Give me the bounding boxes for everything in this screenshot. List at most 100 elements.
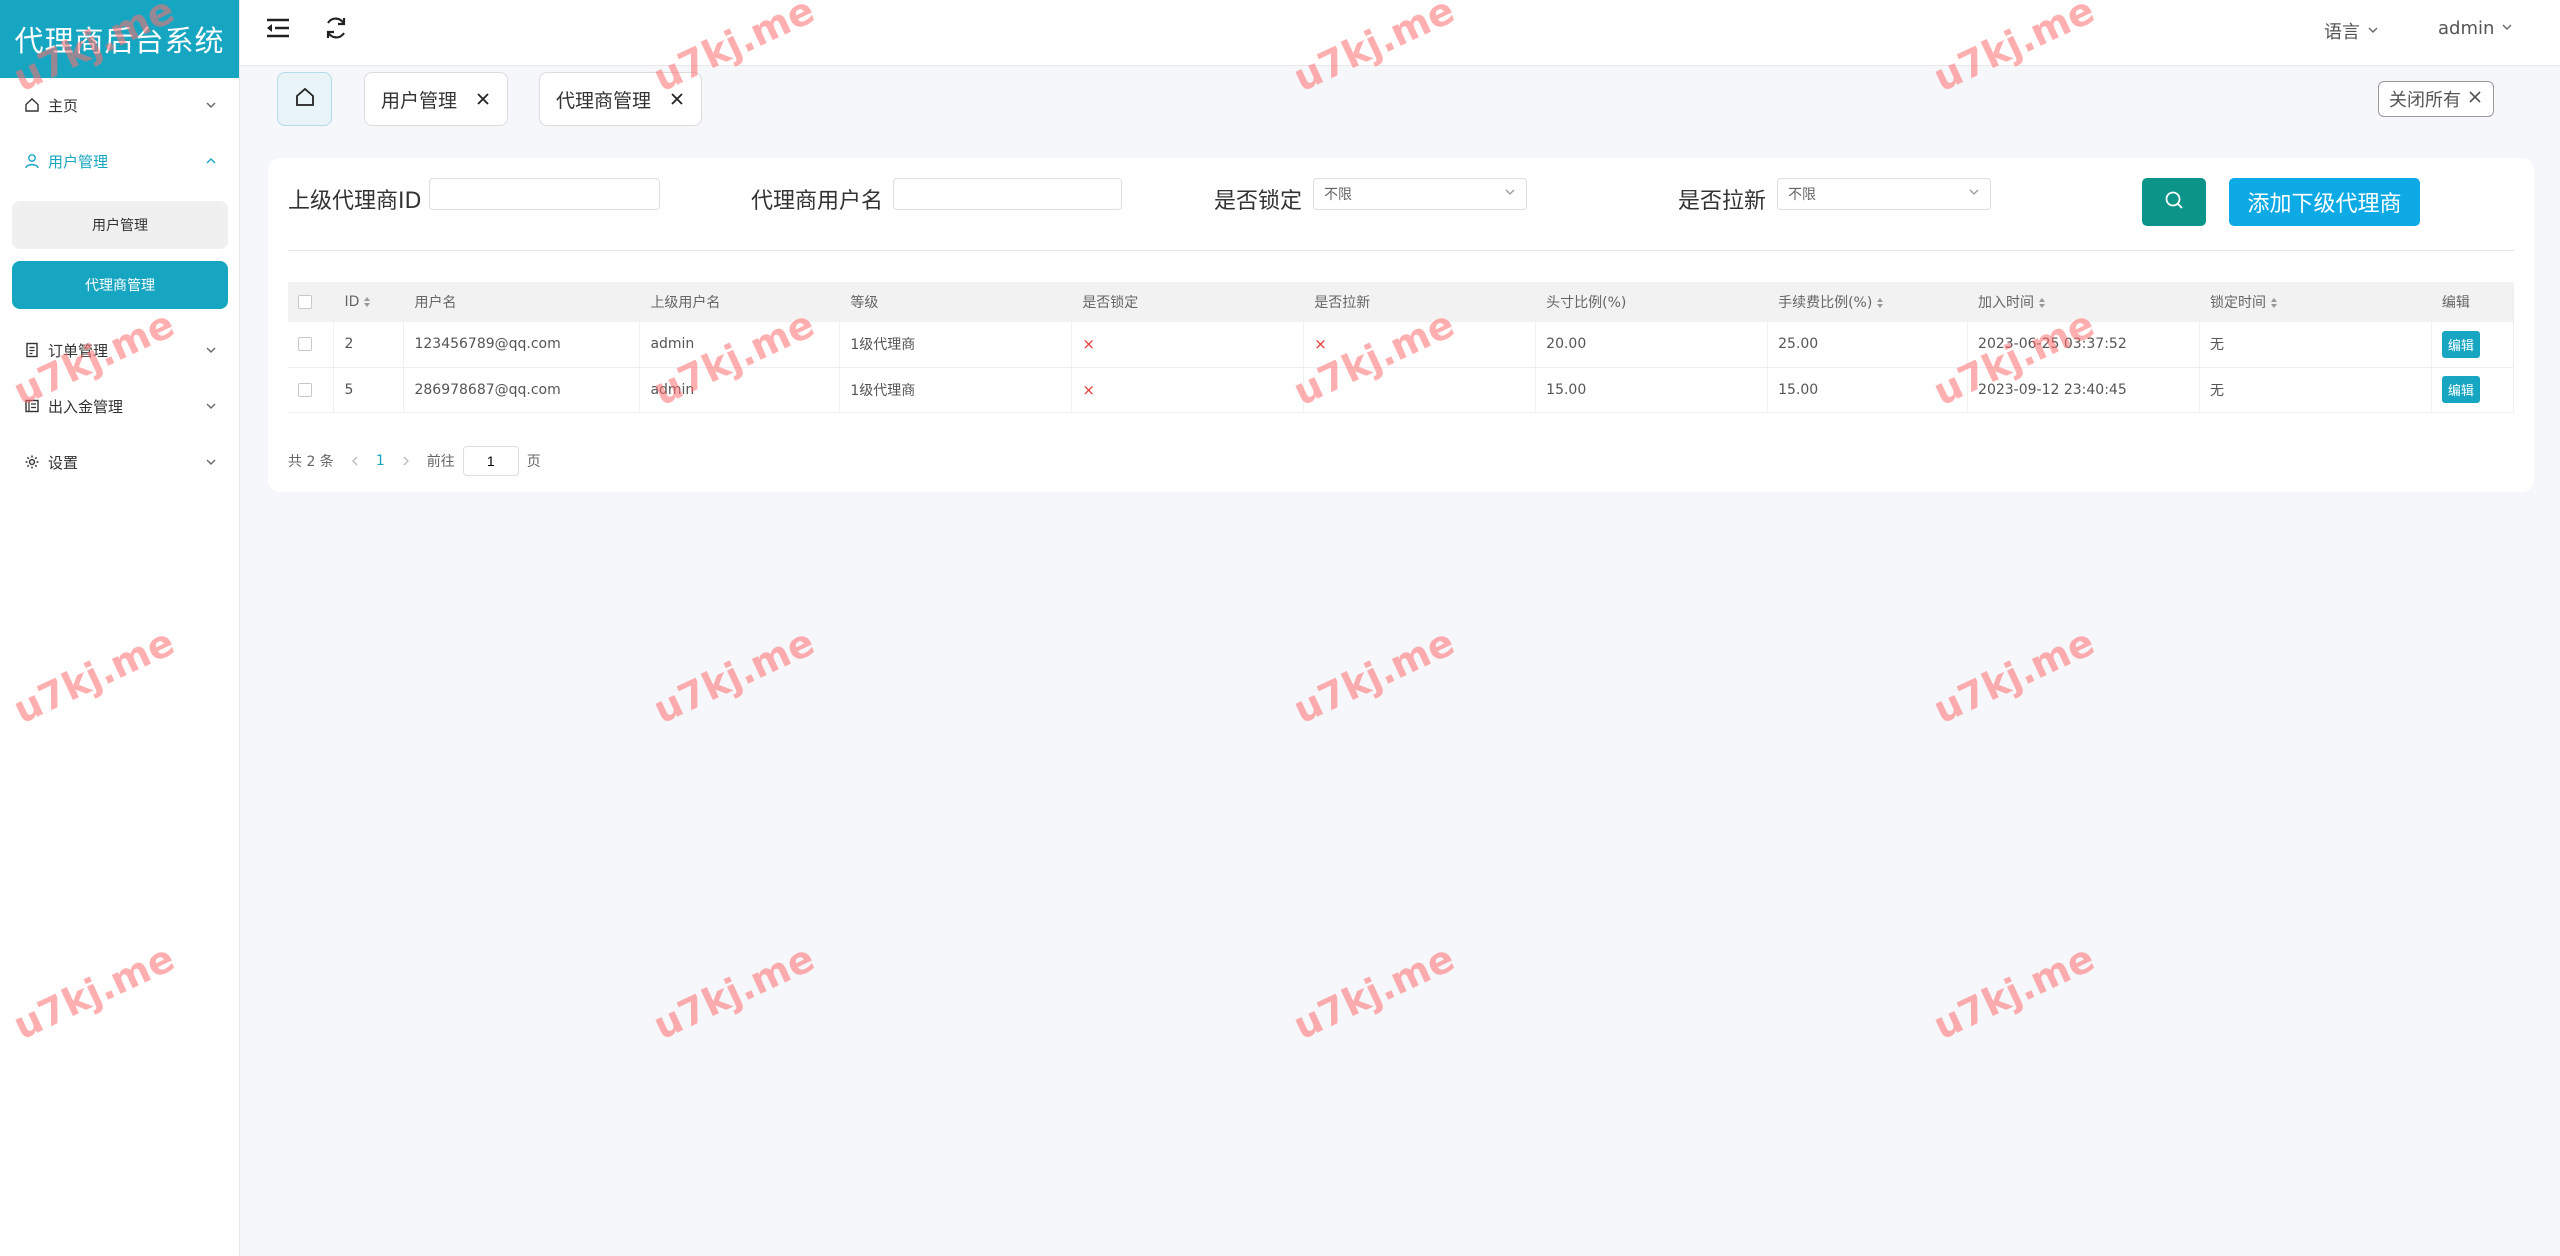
cell-parent-username: admin: [639, 322, 841, 368]
cell-pull-new: [1303, 367, 1537, 413]
next-page-button[interactable]: [399, 454, 413, 468]
sidebar-item-settings[interactable]: 设置: [0, 442, 240, 482]
cell-fee-ratio: 25.00: [1767, 322, 1969, 368]
sidebar-item-label: 出入金管理: [48, 397, 124, 416]
chevron-down-icon: [204, 399, 218, 413]
sidebar-item-order-management[interactable]: 订单管理: [0, 330, 240, 370]
row-select-cell: [288, 367, 335, 413]
page-number[interactable]: 1: [376, 453, 385, 469]
add-sub-agent-button[interactable]: 添加下级代理商: [2229, 178, 2420, 226]
cell-username: 286978687@qq.com: [403, 367, 641, 413]
column-header-lock-time[interactable]: 锁定时间: [2199, 282, 2432, 322]
cell-locked: ×: [1071, 322, 1305, 368]
parent-id-input[interactable]: [429, 178, 660, 210]
agent-list-card: 上级代理商ID 代理商用户名 是否锁定 不限 是否拉新 不限 添加下级代理商 I…: [268, 158, 2534, 492]
watermark: u7kj.me: [1286, 935, 1461, 1049]
cell-username: 123456789@qq.com: [403, 322, 641, 368]
sort-icon: [2270, 297, 2278, 309]
cross-icon: ×: [1082, 380, 1095, 399]
chevron-down-icon: [1968, 186, 1980, 202]
refresh-button[interactable]: [320, 14, 352, 46]
cell-id: 5: [333, 367, 405, 413]
sort-icon: [1876, 297, 1884, 309]
select-all-checkbox[interactable]: [298, 295, 312, 309]
column-header-join-time[interactable]: 加入时间: [1967, 282, 2200, 322]
cell-id: 2: [333, 322, 405, 368]
column-header-id[interactable]: ID: [333, 282, 405, 322]
cell-pull-new: ×: [1303, 322, 1537, 368]
chevron-down-icon: [204, 343, 218, 357]
edit-button[interactable]: 编辑: [2441, 376, 2480, 403]
sidebar-item-label: 设置: [48, 453, 79, 472]
user-dropdown[interactable]: admin: [2438, 18, 2514, 39]
cross-icon: ×: [1314, 335, 1327, 354]
home-icon: [24, 97, 40, 113]
chevron-down-icon: [1504, 186, 1516, 202]
sidebar: 代理商后台系统 主页 用户管理 用户管理 代理商管理 订单管理 出入金管理 设置: [0, 0, 240, 1256]
close-icon: [2467, 89, 2483, 110]
row-checkbox[interactable]: [298, 337, 312, 352]
cell-lock-time: 无: [2199, 367, 2432, 413]
column-header-position-ratio: 头寸比例(%): [1535, 282, 1769, 322]
user-icon: [24, 153, 40, 169]
goto-page-input[interactable]: [462, 446, 519, 476]
pull-new-select[interactable]: 不限: [1777, 178, 1991, 210]
agent-table: ID 用户名 上级用户名 等级 是否锁定 是否拉新 头寸比例(%) 手续费比例(…: [288, 282, 2515, 413]
close-icon[interactable]: [669, 91, 685, 107]
cell-parent-username: admin: [639, 367, 841, 413]
total-count: 共 2 条: [288, 454, 334, 470]
tab-home[interactable]: [277, 72, 332, 126]
select-all-cell: [288, 282, 335, 322]
agent-username-input[interactable]: [893, 178, 1122, 210]
edit-button[interactable]: 编辑: [2441, 330, 2480, 358]
collapse-menu-button[interactable]: [262, 14, 294, 46]
sidebar-item-label: 用户管理: [48, 152, 109, 171]
cell-lock-time: 无: [2199, 322, 2432, 368]
sidebar-item-home[interactable]: 主页: [0, 85, 240, 125]
menu-fold-icon: [265, 17, 291, 43]
cell-position-ratio: 15.00: [1535, 367, 1769, 413]
column-header-edit: 编辑: [2431, 282, 2515, 322]
tab-agent-management[interactable]: 代理商管理: [539, 72, 703, 126]
gear-icon: [24, 454, 40, 470]
locked-select-value: 不限: [1324, 187, 1352, 203]
watermark: u7kj.me: [1286, 619, 1461, 733]
tab-label: 用户管理: [381, 89, 458, 112]
close-all-label: 关闭所有: [2389, 90, 2461, 111]
prev-page-button[interactable]: [348, 454, 362, 468]
home-icon: [294, 86, 316, 112]
locked-label: 是否锁定: [1214, 189, 1303, 214]
search-button[interactable]: [2142, 178, 2206, 226]
column-header-parent-username: 上级用户名: [639, 282, 841, 322]
locked-select[interactable]: 不限: [1313, 178, 1527, 210]
username-label: admin: [2438, 18, 2495, 39]
document-icon: [24, 342, 40, 358]
cell-edit: 编辑: [2431, 322, 2515, 368]
sidebar-item-user-management[interactable]: 用户管理: [0, 141, 240, 181]
column-header-username: 用户名: [403, 282, 641, 322]
sidebar-subitem-user-management[interactable]: 用户管理: [12, 201, 228, 249]
watermark: u7kj.me: [1926, 935, 2101, 1049]
column-header-fee-ratio[interactable]: 手续费比例(%): [1767, 282, 1969, 322]
watermark: u7kj.me: [646, 619, 821, 733]
pagination: 共 2 条 1 前往 页: [288, 446, 541, 476]
sidebar-item-label: 主页: [48, 96, 79, 115]
tab-user-management[interactable]: 用户管理: [364, 72, 509, 126]
cell-position-ratio: 20.00: [1535, 322, 1769, 368]
cell-join-time: 2023-09-12 23:40:45: [1967, 367, 2200, 413]
column-header-pull-new: 是否拉新: [1303, 282, 1537, 322]
close-all-tabs-button[interactable]: 关闭所有: [2378, 81, 2494, 117]
sidebar-item-funds-management[interactable]: 出入金管理: [0, 386, 240, 426]
sort-icon: [2038, 297, 2046, 309]
ledger-icon: [24, 398, 40, 414]
refresh-icon: [323, 15, 349, 45]
close-icon[interactable]: [475, 91, 491, 107]
cell-edit: 编辑: [2431, 367, 2515, 413]
goto-prefix: 前往: [426, 454, 455, 470]
sidebar-subitem-agent-management[interactable]: 代理商管理: [12, 261, 228, 309]
sort-icon: [363, 296, 371, 308]
chevron-down-icon: [2500, 18, 2514, 39]
language-dropdown[interactable]: 语言: [2324, 18, 2380, 44]
parent-id-label: 上级代理商ID: [288, 189, 422, 214]
row-checkbox[interactable]: [298, 382, 312, 397]
